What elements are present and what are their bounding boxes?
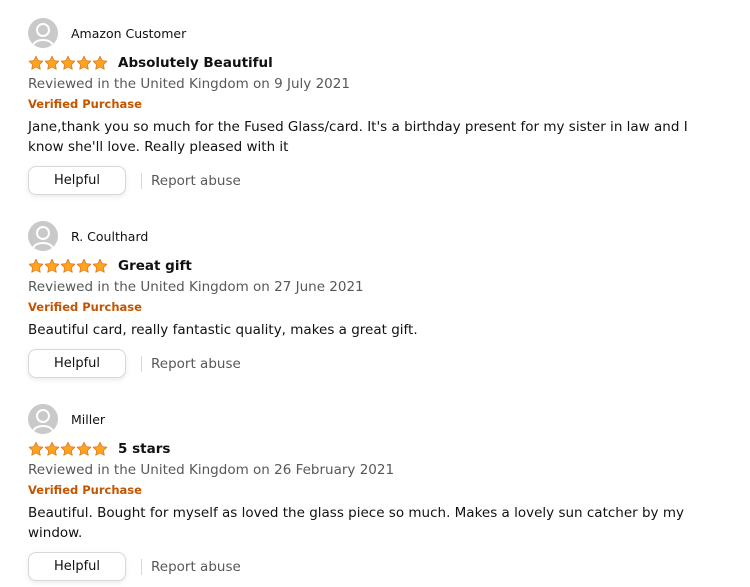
review-date: Reviewed in the United Kingdom on 26 Feb… [28,462,395,478]
star-rating[interactable] [28,258,108,274]
star-icon [60,55,76,70]
helpful-button[interactable]: Helpful [28,552,126,581]
reviews-list: Amazon Customer Absolutely Beautiful Rev… [0,0,750,587]
action-divider [141,355,142,372]
review-item: R. Coulthard Great gift Reviewed in the … [28,221,728,379]
star-icon [44,441,60,456]
reviewer-profile[interactable]: Amazon Customer [28,18,728,48]
review-title[interactable]: Great gift [118,258,192,274]
star-rating[interactable] [28,441,108,457]
review-date: Reviewed in the United Kingdom on 9 July… [28,76,350,92]
verified-purchase-badge[interactable]: Verified Purchase [28,299,728,315]
action-divider [141,172,142,189]
review-body: Beautiful card, really fantastic quality… [28,322,418,338]
review-item: Amazon Customer Absolutely Beautiful Rev… [28,18,728,196]
review-body: Beautiful. Bought for myself as loved th… [28,505,684,541]
star-icon [76,55,92,70]
avatar-icon[interactable] [28,18,58,48]
star-icon [28,55,44,70]
review-title[interactable]: Absolutely Beautiful [118,55,273,71]
reviewer-profile[interactable]: R. Coulthard [28,221,728,251]
verified-purchase-badge[interactable]: Verified Purchase [28,482,728,498]
reviewer-name[interactable]: R. Coulthard [71,229,148,244]
avatar-icon[interactable] [28,221,58,251]
star-icon [44,55,60,70]
star-icon [60,258,76,273]
reviewer-name[interactable]: Miller [71,412,105,427]
star-icon [60,441,76,456]
star-icon [92,55,108,70]
report-abuse-link[interactable]: Report abuse [151,173,241,189]
review-item: Miller 5 stars Reviewed in the United Ki… [28,404,728,582]
avatar-icon[interactable] [28,404,58,434]
star-icon [28,441,44,456]
review-date: Reviewed in the United Kingdom on 27 Jun… [28,279,364,295]
star-icon [92,258,108,273]
star-icon [92,441,108,456]
review-title[interactable]: 5 stars [118,441,170,457]
helpful-button[interactable]: Helpful [28,166,126,195]
star-icon [76,258,92,273]
report-abuse-link[interactable]: Report abuse [151,559,241,575]
action-divider [141,558,142,575]
star-icon [44,258,60,273]
verified-purchase-badge[interactable]: Verified Purchase [28,96,728,112]
star-icon [76,441,92,456]
star-icon [28,258,44,273]
star-rating[interactable] [28,55,108,71]
reviewer-name[interactable]: Amazon Customer [71,26,186,41]
helpful-button[interactable]: Helpful [28,349,126,378]
reviewer-profile[interactable]: Miller [28,404,728,434]
report-abuse-link[interactable]: Report abuse [151,356,241,372]
review-body: Jane,thank you so much for the Fused Gla… [28,119,688,155]
